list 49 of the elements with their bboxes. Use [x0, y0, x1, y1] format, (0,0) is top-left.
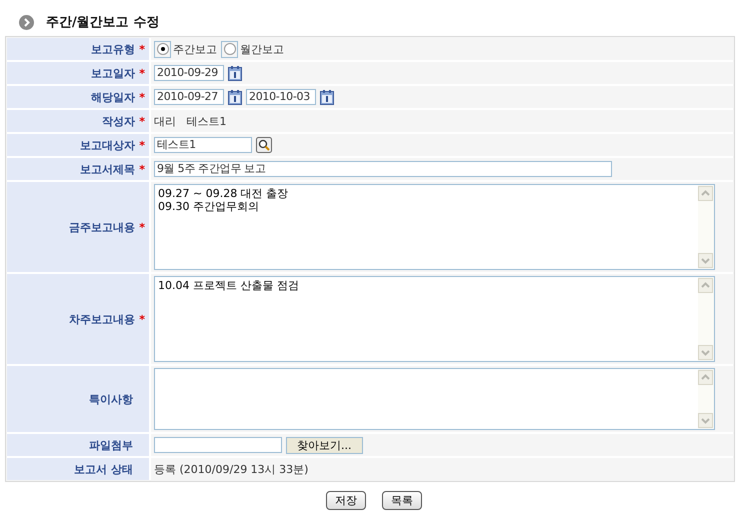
field-label: 보고유형	[91, 42, 136, 56]
text-area[interactable]	[154, 368, 715, 430]
scroll-down-icon[interactable]	[698, 413, 713, 428]
radio-button[interactable]	[154, 40, 171, 58]
required-mark: *	[139, 90, 145, 104]
input-field[interactable]: 9월 5주 주간업무 보고	[154, 161, 612, 177]
field-label: 파일첨부	[89, 438, 133, 452]
field-value: 등록 (2010/09/29 13시 33분)	[154, 462, 308, 476]
date-field[interactable]: 2010-09-29	[154, 65, 224, 81]
scroll-down-icon[interactable]	[698, 345, 713, 360]
browse-button[interactable]: 찾아보기...	[286, 436, 362, 454]
field-label: 보고서 상태	[74, 462, 133, 476]
required-mark: *	[139, 42, 145, 56]
required-mark: *	[139, 312, 145, 326]
calendar-icon[interactable]	[228, 66, 242, 80]
save-button[interactable]: 저장	[326, 491, 366, 510]
scroll-down-icon[interactable]	[698, 253, 713, 268]
field-label: 보고서제목	[80, 162, 136, 176]
radio-button[interactable]	[221, 40, 238, 58]
scroll-up-icon[interactable]	[698, 186, 713, 201]
field-value: 대리 테스트1	[154, 114, 226, 128]
text-area[interactable]: 10.04 프로젝트 산출물 점검	[154, 276, 715, 362]
required-mark: *	[139, 138, 145, 152]
input-field[interactable]: 테스트1	[154, 137, 252, 153]
required-mark: *	[139, 162, 145, 176]
required-mark: *	[139, 66, 145, 80]
field-label: 특이사항	[89, 392, 133, 406]
required-mark: *	[139, 220, 145, 234]
file-path-field[interactable]	[154, 437, 282, 453]
date-field[interactable]: 2010-10-03	[246, 89, 316, 105]
field-label: 차주보고내용	[69, 312, 136, 326]
calendar-icon[interactable]	[228, 90, 242, 104]
field-label: 보고대상자	[80, 138, 136, 152]
required-mark: *	[139, 114, 145, 128]
scroll-up-icon[interactable]	[698, 278, 713, 293]
date-field[interactable]: 2010-09-27	[154, 89, 224, 105]
text-area[interactable]: 09.27 ~ 09.28 대전 출장 09.30 주간업무회의	[154, 184, 715, 270]
page-title: 주간/월간보고 수정	[46, 14, 160, 31]
calendar-icon[interactable]	[320, 90, 334, 104]
field-label: 작성자	[102, 114, 136, 128]
chevron-icon	[19, 14, 34, 30]
field-label: 금주보고내용	[69, 220, 136, 234]
radio-label: 주간보고	[173, 42, 217, 56]
radio-label: 월간보고	[240, 42, 284, 56]
scroll-up-icon[interactable]	[698, 370, 713, 385]
search-icon[interactable]	[256, 137, 272, 153]
list-button[interactable]: 목록	[382, 491, 422, 510]
field-label: 해당일자	[91, 90, 136, 104]
field-label: 보고일자	[91, 66, 136, 80]
